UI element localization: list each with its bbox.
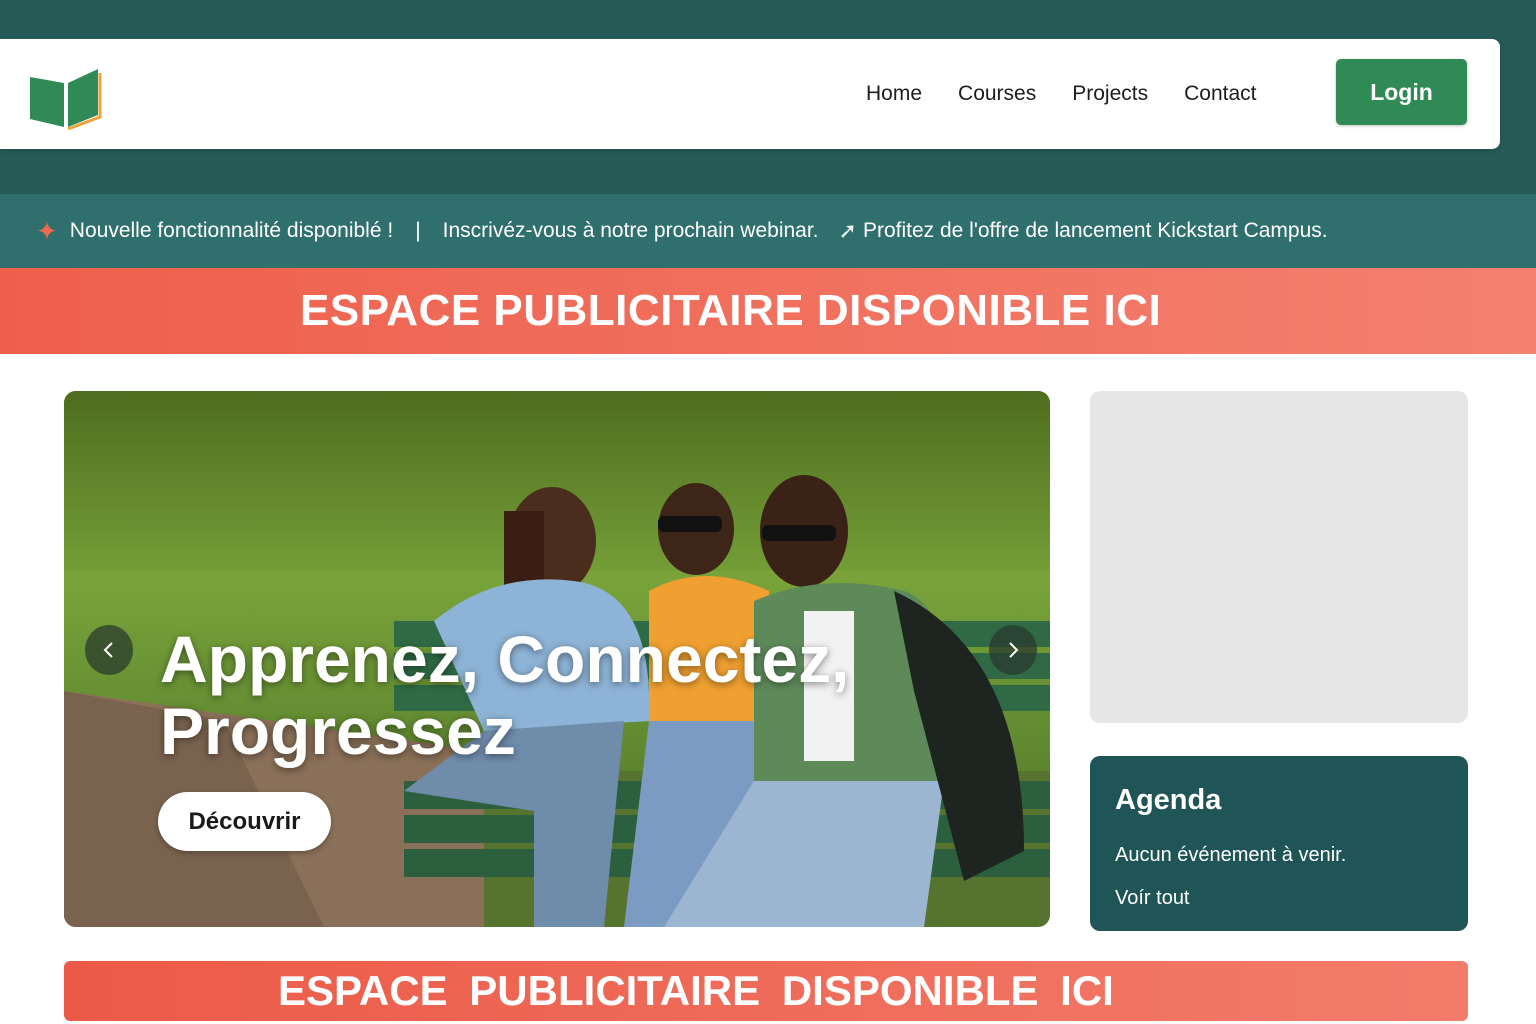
ticker-item-webinar: Inscrivéz-vous à notre prochain webinar. xyxy=(442,219,819,242)
ad-banner-bottom[interactable]: ESPACE PUBLICITAIRE DISPONIBLE ICI xyxy=(64,961,1468,1021)
hero-title-line-1: Apprenez, Connectez, xyxy=(160,622,850,696)
ad-banner-top[interactable]: ESPACE PUBLICITAIRE DISPONIBLE ICI xyxy=(0,268,1536,354)
chevron-left-icon xyxy=(103,642,113,658)
main-nav: Home Courses Projects Contact xyxy=(866,39,1292,149)
party-popper-icon: ✦ xyxy=(36,215,58,246)
login-button[interactable]: Login xyxy=(1336,59,1467,125)
hero-title: Apprenez, Connectez, Progressez xyxy=(160,623,920,767)
nav-contact[interactable]: Contact xyxy=(1184,82,1256,106)
carousel-next-button[interactable] xyxy=(989,625,1037,675)
nav-projects[interactable]: Projects xyxy=(1072,82,1148,106)
chevron-right-icon xyxy=(1009,642,1019,658)
agenda-see-all-link[interactable]: Voír tout xyxy=(1115,887,1190,910)
sidebar-image-placeholder xyxy=(1090,391,1468,723)
nav-courses[interactable]: Courses xyxy=(958,82,1036,106)
nav-home[interactable]: Home xyxy=(866,82,922,106)
ticker-separator: | xyxy=(415,219,421,242)
agenda-card: Agenda Aucun événement à venir. Voír tou… xyxy=(1090,756,1468,931)
agenda-empty-text: Aucun événement à venir. xyxy=(1115,844,1347,866)
rocket-icon: ➚ xyxy=(838,218,857,243)
announcement-ticker: ✦ Nouvelle fonctionnalité disponiblé ! |… xyxy=(0,194,1536,268)
hero-carousel: Apprenez, Connectez, Progressez Découvri… xyxy=(64,391,1050,927)
ticker-item-feature: Nouvelle fonctionnalité disponiblé ! xyxy=(69,219,394,242)
ticker-item-offer: Profitez de l'offre de lancement Kicksta… xyxy=(862,219,1328,242)
hero-title-line-2: Progressez xyxy=(160,694,516,768)
open-book-icon[interactable] xyxy=(28,65,104,131)
agenda-title: Agenda xyxy=(1115,784,1222,816)
discover-button[interactable]: Découvrir xyxy=(158,792,331,851)
ad-banner-bottom-text: ESPACE PUBLICITAIRE DISPONIBLE ICI xyxy=(278,967,1114,1014)
ad-banner-top-text: ESPACE PUBLICITAIRE DISPONIBLE ICI xyxy=(300,286,1162,335)
carousel-prev-button[interactable] xyxy=(85,625,133,675)
navbar: Home Courses Projects Contact Login xyxy=(0,39,1500,149)
